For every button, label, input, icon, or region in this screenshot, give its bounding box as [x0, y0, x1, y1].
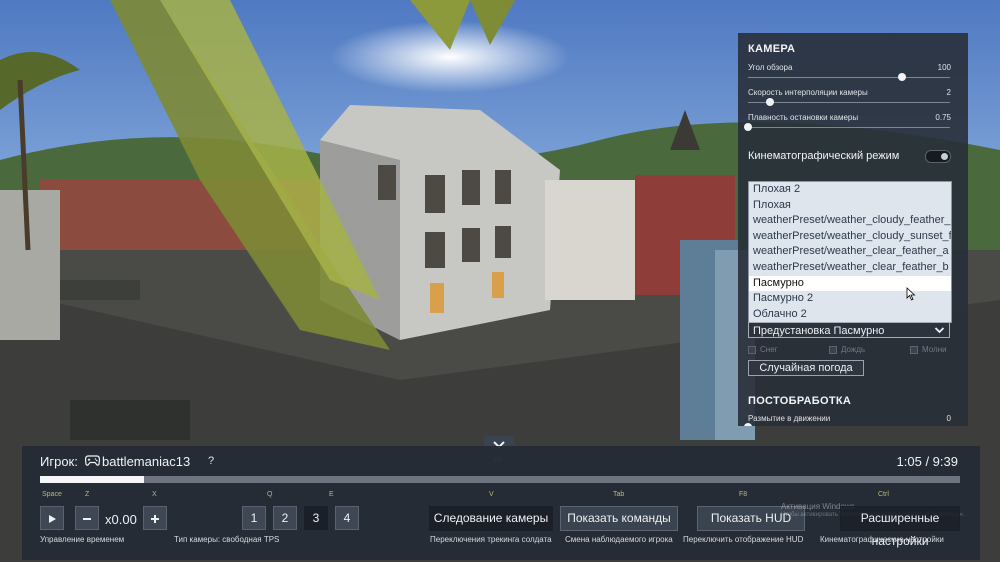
list-item[interactable]: Пасмурно 2 — [749, 291, 951, 307]
camera-settings-panel: КАМЕРА Угол обзора 100 Скорость интерпол… — [738, 33, 968, 426]
camera-type-2-button[interactable]: 2 — [273, 506, 297, 530]
snow-label: Снег — [760, 345, 778, 354]
list-item[interactable]: weatherPreset/weather_cloudy_feather_a — [749, 213, 951, 229]
v-key-hint: V — [489, 491, 494, 498]
motion-blur-slider-thumb[interactable] — [744, 423, 752, 426]
fov-slider[interactable] — [748, 73, 950, 81]
plus-icon — [151, 514, 159, 523]
snow-checkbox[interactable]: Снег — [748, 345, 778, 354]
camera-type-1-button[interactable]: 1 — [242, 506, 266, 530]
f8-key-hint: F8 — [739, 491, 748, 498]
toggle-knob — [941, 153, 948, 160]
rain-checkbox[interactable]: Дождь — [829, 345, 865, 354]
camera-type-caption: Тип камеры: свободная TPS — [174, 535, 280, 544]
faster-button[interactable] — [143, 506, 167, 530]
advanced-caption: Кинематографические настройки — [820, 535, 944, 544]
stop-smooth-slider-thumb[interactable] — [744, 123, 752, 131]
camera-section-title: КАМЕРА — [748, 43, 796, 55]
player-name[interactable]: battlemaniac13 — [102, 454, 190, 469]
replay-timeline[interactable] — [40, 476, 960, 483]
random-weather-button[interactable]: Случайная погода — [748, 360, 864, 376]
replay-control-bar: Игрок: battlemaniac13 ? 1:05 / 9:39 Spac… — [22, 446, 980, 560]
follow-caption: Переключения трекинга солдата — [430, 535, 552, 544]
space-key-hint: Space — [42, 491, 62, 498]
e-key-hint: E — [329, 491, 334, 498]
cinematic-mode-label: Кинематографический режим — [748, 150, 900, 162]
list-item[interactable]: weatherPreset/weather_clear_feather_b — [749, 259, 951, 276]
fov-slider-thumb[interactable] — [897, 73, 906, 81]
help-icon[interactable]: ? — [208, 455, 214, 467]
lightning-label: Молни — [922, 345, 947, 354]
replay-timecode: 1:05 / 9:39 — [896, 454, 958, 469]
postprocess-section-title: ПОСТОБРАБОТКА — [748, 395, 852, 407]
list-item[interactable]: Облачно 2 — [749, 306, 951, 322]
weather-preset-value: Предустановка Пасмурно — [753, 325, 885, 337]
ctrl-key-hint: Ctrl — [878, 491, 889, 498]
list-item[interactable]: weatherPreset/weather_cloudy_sunset_feat… — [749, 228, 951, 245]
gamepad-icon — [85, 455, 100, 466]
checkbox-box — [829, 345, 837, 354]
timeline-progress — [40, 476, 144, 483]
motion-blur-value: 0 — [946, 414, 951, 423]
stop-smooth-value: 0.75 — [935, 113, 951, 122]
commands-caption: Смена наблюдаемого игрока — [565, 535, 673, 544]
play-button[interactable] — [40, 506, 64, 530]
chevron-down-icon — [934, 327, 945, 334]
cinematic-mode-toggle[interactable] — [925, 150, 951, 163]
mouse-cursor-icon — [906, 287, 916, 301]
follow-camera-button[interactable]: Следование камеры — [429, 506, 553, 531]
weather-preset-select[interactable]: Предустановка Пасмурно — [748, 322, 950, 338]
motion-blur-label: Размытие в движении — [748, 414, 831, 423]
minus-icon — [83, 517, 91, 520]
player-label: Игрок: — [40, 454, 78, 469]
camera-type-3-button[interactable]: 3 — [304, 506, 328, 530]
stop-smooth-label: Плавность остановки камеры — [748, 113, 859, 122]
fov-value: 100 — [937, 63, 951, 72]
interp-speed-slider[interactable] — [748, 98, 950, 106]
time-control-caption: Управление временем — [40, 535, 125, 544]
checkbox-box — [910, 345, 918, 354]
list-item[interactable]: Плохая — [749, 197, 951, 214]
tab-key-hint: Tab — [613, 491, 625, 498]
advanced-settings-button[interactable]: Расширенные настройки — [840, 506, 960, 548]
q-key-hint: Q — [267, 491, 273, 498]
checkbox-box — [748, 345, 756, 354]
camera-type-4-button[interactable]: 4 — [335, 506, 359, 530]
fov-label: Угол обзора — [748, 63, 793, 72]
rain-label: Дождь — [841, 345, 866, 354]
x-key-hint: X — [152, 491, 157, 498]
slower-button[interactable] — [75, 506, 99, 530]
interp-speed-slider-thumb[interactable] — [766, 98, 775, 106]
show-commands-button[interactable]: Показать команды — [560, 506, 678, 531]
interp-speed-label: Скорость интерполяции камеры — [748, 88, 868, 97]
list-item-selected[interactable]: Пасмурно — [749, 275, 951, 292]
weather-list[interactable]: Плохая 2 Плохая weatherPreset/weather_cl… — [748, 181, 952, 323]
stop-smooth-slider[interactable] — [744, 123, 950, 131]
play-icon — [49, 514, 56, 523]
list-item[interactable]: Плохая 2 — [749, 182, 951, 198]
interp-speed-value: 2 — [946, 88, 951, 97]
hud-caption: Переключить отображение HUD — [683, 535, 804, 544]
lightning-checkbox[interactable]: Молни — [910, 345, 947, 354]
z-key-hint: Z — [85, 491, 90, 498]
playback-speed: x0.00 — [105, 512, 137, 527]
list-item[interactable]: weatherPreset/weather_clear_feather_a — [749, 244, 951, 260]
